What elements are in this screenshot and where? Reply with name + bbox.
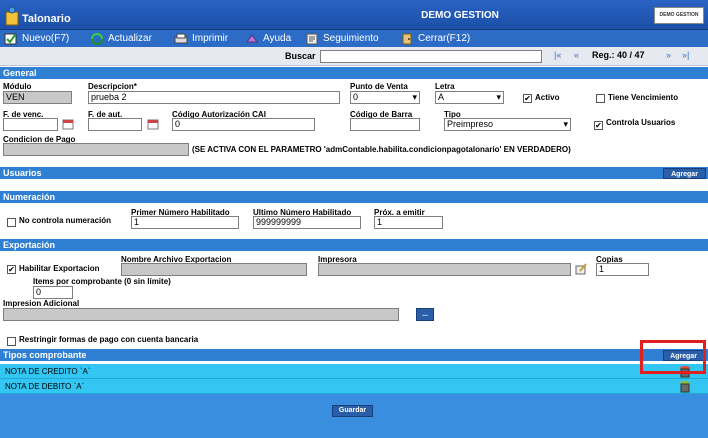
codigo-barra-field[interactable] bbox=[350, 118, 420, 131]
tipo-select[interactable]: Preimpreso bbox=[444, 118, 571, 131]
company-name: DEMO GESTION bbox=[421, 10, 499, 21]
section-usuarios-header: Usuarios bbox=[0, 167, 708, 179]
restringir-formas-pago-label: Restringir formas de pago con cuenta ban… bbox=[19, 335, 199, 344]
app-title: Talonario bbox=[22, 13, 71, 25]
tipo-comprobante-label: NOTA DE DEBITO `A` bbox=[5, 382, 85, 391]
close-label: Cerrar(F12) bbox=[418, 33, 471, 44]
impresion-adicional-label: Impresion Adicional bbox=[3, 299, 80, 308]
highlight-annotation-box bbox=[640, 340, 706, 374]
print-label: Imprimir bbox=[192, 33, 229, 44]
f-aut-calendar-icon[interactable] bbox=[147, 118, 159, 130]
usuarios-add-button[interactable]: Agregar bbox=[663, 168, 706, 179]
habilitar-exportacion-checkbox[interactable]: ✔ bbox=[7, 265, 16, 274]
no-controla-numeracion-checkbox[interactable] bbox=[7, 218, 16, 227]
section-general-header: General bbox=[0, 67, 708, 79]
edit-printer-icon[interactable] bbox=[575, 263, 587, 275]
refresh-label: Actualizar bbox=[108, 33, 152, 44]
f-venc-field[interactable] bbox=[3, 118, 58, 131]
new-label: Nuevo(F7) bbox=[22, 33, 70, 44]
letra-label: Letra bbox=[435, 82, 455, 91]
new-button[interactable]: Nuevo(F7) bbox=[4, 31, 69, 46]
modulo-field: VEN bbox=[3, 91, 72, 104]
items-comprobante-field[interactable]: 0 bbox=[33, 286, 73, 299]
no-controla-numeracion-label: No controla numeración bbox=[19, 216, 112, 225]
prox-emitir-field[interactable]: 1 bbox=[374, 216, 443, 229]
print-button[interactable]: Imprimir bbox=[174, 31, 228, 46]
controla-usuarios-checkbox[interactable]: ✔ bbox=[594, 121, 603, 130]
activo-label: Activo bbox=[535, 93, 560, 102]
app-icon bbox=[5, 6, 19, 26]
ultimo-numero-field[interactable]: 999999999 bbox=[253, 216, 361, 229]
search-bar: Buscar |« « Reg.: 40 / 47 » »| bbox=[0, 47, 708, 66]
last-record-button[interactable]: »| bbox=[682, 50, 689, 60]
condicion-pago-field bbox=[3, 143, 189, 156]
tiene-vencimiento-checkbox[interactable] bbox=[596, 94, 605, 103]
tiene-vencimiento-label: Tiene Vencimiento bbox=[608, 93, 679, 102]
f-venc-calendar-icon[interactable] bbox=[62, 118, 74, 130]
help-label: Ayuda bbox=[263, 33, 292, 44]
items-comprobante-label: Items por comprobante (0 sin límite) bbox=[33, 277, 171, 286]
help-icon bbox=[246, 33, 258, 42]
close-icon bbox=[402, 33, 412, 44]
record-counter: Reg.: 40 / 47 bbox=[592, 50, 645, 60]
restringir-formas-pago-checkbox[interactable] bbox=[7, 337, 16, 346]
archivo-exportacion-field[interactable] bbox=[121, 263, 307, 276]
punto-venta-label: Punto de Venta bbox=[350, 82, 408, 91]
record-pager: |« « Reg.: 40 / 47 » »| bbox=[546, 50, 706, 63]
prev-record-button[interactable]: « bbox=[574, 50, 579, 60]
section-tipos-header: Tipos comprobante bbox=[0, 349, 708, 361]
refresh-button[interactable]: Actualizar bbox=[90, 31, 152, 46]
controla-usuarios-label: Controla Usuarios bbox=[606, 118, 676, 127]
tracking-icon bbox=[306, 33, 318, 44]
copias-field[interactable]: 1 bbox=[596, 263, 649, 276]
tracking-label: Seguimiento bbox=[323, 33, 379, 44]
search-label: Buscar bbox=[285, 51, 316, 61]
delete-icon[interactable] bbox=[679, 380, 691, 393]
footer-bar: Guardar bbox=[0, 394, 708, 438]
search-input[interactable] bbox=[320, 50, 542, 63]
primer-numero-field[interactable]: 1 bbox=[131, 216, 239, 229]
impresion-adicional-field[interactable] bbox=[3, 308, 399, 321]
print-icon bbox=[174, 33, 188, 43]
tipo-comprobante-row[interactable]: NOTA DE CREDITO `A` bbox=[0, 364, 708, 379]
refresh-icon bbox=[91, 32, 103, 45]
close-button[interactable]: Cerrar(F12) bbox=[400, 31, 470, 46]
tracking-button[interactable]: Seguimiento bbox=[305, 31, 379, 46]
punto-venta-select[interactable]: 0 bbox=[350, 91, 420, 104]
tipo-comprobante-label: NOTA DE CREDITO `A` bbox=[5, 367, 91, 376]
section-exportacion-header: Exportación bbox=[0, 239, 708, 251]
f-aut-field[interactable] bbox=[88, 118, 142, 131]
help-button[interactable]: Ayuda bbox=[245, 31, 291, 46]
next-record-button[interactable]: » bbox=[666, 50, 671, 60]
activo-checkbox[interactable]: ✔ bbox=[523, 94, 532, 103]
modulo-label: Módulo bbox=[3, 82, 32, 91]
toolbar: Nuevo(F7) Actualizar Imprimir Ayuda Segu… bbox=[0, 30, 708, 47]
title-bar: Talonario DEMO GESTION DEMO GESTION bbox=[0, 0, 708, 30]
descripcion-field[interactable]: prueba 2 bbox=[88, 91, 340, 104]
section-numeracion-header: Numeración bbox=[0, 191, 708, 203]
impresora-field[interactable] bbox=[318, 263, 571, 276]
save-button[interactable]: Guardar bbox=[332, 405, 373, 417]
first-record-button[interactable]: |« bbox=[554, 50, 561, 60]
descripcion-label: Descripcion* bbox=[88, 82, 137, 91]
condicion-pago-note: (SE ACTIVA CON EL PARAMETRO 'admContable… bbox=[192, 145, 571, 154]
browse-button[interactable]: ... bbox=[416, 308, 434, 321]
habilitar-exportacion-label: Habilitar Exportacion bbox=[19, 264, 100, 273]
tipo-comprobante-row[interactable]: NOTA DE DEBITO `A` bbox=[0, 379, 708, 394]
letra-select[interactable]: A bbox=[435, 91, 504, 104]
cai-field[interactable]: 0 bbox=[172, 118, 315, 131]
company-logo: DEMO GESTION bbox=[654, 7, 704, 24]
new-icon bbox=[4, 33, 17, 44]
